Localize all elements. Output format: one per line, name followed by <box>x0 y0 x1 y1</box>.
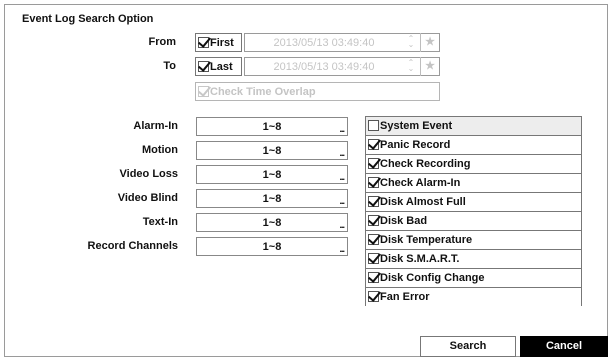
system-event-item[interactable]: Disk Temperature <box>366 231 581 250</box>
alarm-in-value: 1~8 <box>262 121 282 133</box>
system-event-item[interactable]: Panic Record <box>366 136 581 155</box>
checkmark-icon <box>368 291 379 302</box>
ellipsis-icon: ... <box>339 148 344 158</box>
system-event-item-label: Check Recording <box>380 158 471 170</box>
video-loss-label: Video Loss <box>119 168 178 180</box>
system-event-item-label: Check Alarm-In <box>380 177 461 189</box>
system-event-item[interactable]: Check Alarm-In <box>366 174 581 193</box>
from-first-checkbox[interactable]: First <box>195 33 242 52</box>
system-event-item[interactable]: Check Recording <box>366 155 581 174</box>
cancel-button[interactable]: Cancel <box>520 336 608 357</box>
to-last-label: Last <box>210 61 233 73</box>
system-event-header[interactable]: System Event <box>366 117 581 136</box>
alarm-in-select[interactable]: 1~8 ... <box>196 117 348 136</box>
to-label: To <box>163 60 176 72</box>
record-channels-label: Record Channels <box>87 240 178 252</box>
system-event-item-label: Disk Bad <box>380 215 428 227</box>
record-channels-select[interactable]: 1~8 ... <box>196 237 348 256</box>
system-event-item-label: Fan Error <box>380 291 430 303</box>
system-event-item[interactable]: Fan Error <box>366 288 581 307</box>
from-datetime-value: 2013/05/13 03:49:40 <box>273 37 375 49</box>
checkbox-icon <box>368 120 379 131</box>
to-last-checkbox[interactable]: Last <box>195 57 242 76</box>
star-icon[interactable]: ★ <box>420 33 439 52</box>
checkmark-icon <box>368 158 379 169</box>
spinner-icon[interactable]: ⌃ ⌄ <box>407 59 415 73</box>
checkmark-icon <box>368 196 379 207</box>
checkmark-icon <box>198 61 209 72</box>
from-datetime-field[interactable]: 2013/05/13 03:49:40 ⌃ ⌄ ★ <box>244 33 440 52</box>
video-loss-select[interactable]: 1~8 ... <box>196 165 348 184</box>
checkmark-icon <box>198 86 209 97</box>
spinner-icon[interactable]: ⌃ ⌄ <box>407 35 415 49</box>
check-time-overlap-label: Check Time Overlap <box>210 86 316 98</box>
from-label: From <box>148 36 177 48</box>
text-in-value: 1~8 <box>262 217 282 229</box>
checkmark-icon <box>368 272 379 283</box>
checkmark-icon <box>368 177 379 188</box>
dialog-title: Event Log Search Option <box>22 13 154 25</box>
video-loss-value: 1~8 <box>262 169 282 181</box>
to-datetime-value: 2013/05/13 03:49:40 <box>273 61 375 73</box>
text-in-select[interactable]: 1~8 ... <box>196 213 348 232</box>
alarm-in-label: Alarm-In <box>133 120 178 132</box>
system-event-label: System Event <box>380 120 453 132</box>
search-button[interactable]: Search <box>420 336 516 357</box>
checkmark-icon <box>368 253 379 264</box>
checkmark-icon <box>368 234 379 245</box>
checkmark-icon <box>368 215 379 226</box>
system-event-item-label: Disk Temperature <box>380 234 473 246</box>
ellipsis-icon: ... <box>339 196 344 206</box>
ellipsis-icon: ... <box>339 220 344 230</box>
text-in-label: Text-In <box>142 216 178 228</box>
record-channels-value: 1~8 <box>262 241 282 253</box>
checkmark-icon <box>368 139 379 150</box>
system-event-item[interactable]: Disk Config Change <box>366 269 581 288</box>
motion-label: Motion <box>141 144 178 156</box>
system-event-item-label: Disk Config Change <box>380 272 485 284</box>
motion-value: 1~8 <box>262 145 282 157</box>
from-first-label: First <box>210 37 234 49</box>
video-blind-label: Video Blind <box>117 192 178 204</box>
system-event-item[interactable]: Disk S.M.A.R.T. <box>366 250 581 269</box>
system-event-item[interactable]: Disk Almost Full <box>366 193 581 212</box>
motion-select[interactable]: 1~8 ... <box>196 141 348 160</box>
star-icon[interactable]: ★ <box>420 57 439 76</box>
system-event-item-label: Panic Record <box>380 139 451 151</box>
check-time-overlap-checkbox[interactable]: Check Time Overlap <box>195 82 440 101</box>
to-datetime-field[interactable]: 2013/05/13 03:49:40 ⌃ ⌄ ★ <box>244 57 440 76</box>
video-blind-value: 1~8 <box>262 193 282 205</box>
system-event-list: System Event Panic Record Check Recordin… <box>365 116 582 307</box>
video-blind-select[interactable]: 1~8 ... <box>196 189 348 208</box>
system-event-item[interactable]: Disk Bad <box>366 212 581 231</box>
system-event-item-label: Disk S.M.A.R.T. <box>380 253 460 265</box>
ellipsis-icon: ... <box>339 172 344 182</box>
ellipsis-icon: ... <box>339 244 344 254</box>
system-event-item-label: Disk Almost Full <box>380 196 466 208</box>
ellipsis-icon: ... <box>339 124 344 134</box>
checkmark-icon <box>198 37 209 48</box>
